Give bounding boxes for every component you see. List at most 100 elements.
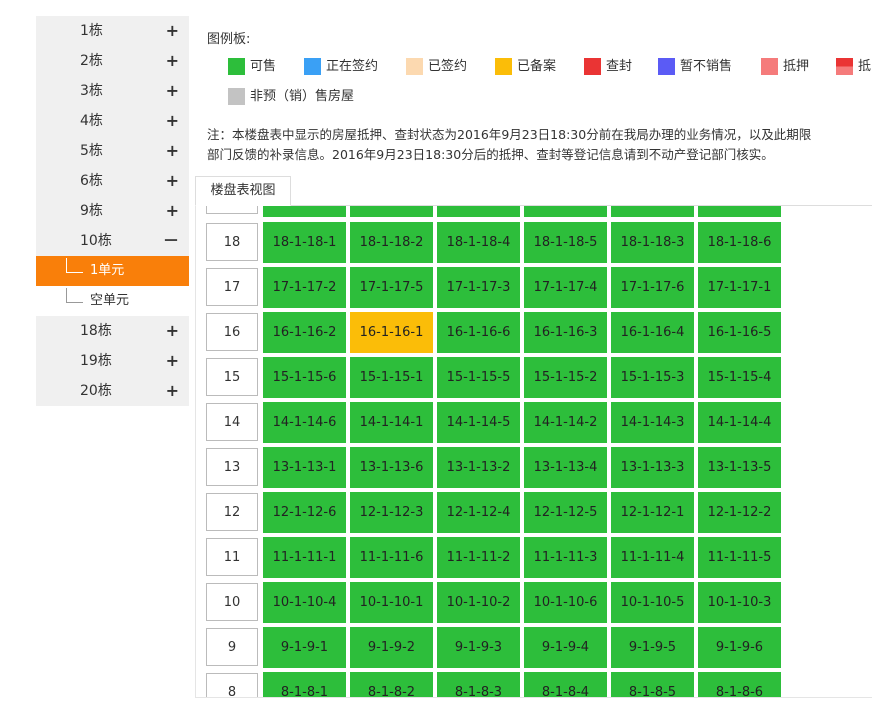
unit-cell[interactable]: 17-1-17-5: [350, 267, 433, 308]
unit-cell-partial[interactable]: [437, 206, 520, 217]
unit-cell[interactable]: 12-1-12-1: [611, 492, 694, 533]
unit-cell[interactable]: 18-1-18-3: [611, 222, 694, 263]
unit-cell[interactable]: 8-1-8-4: [524, 672, 607, 697]
unit-cell[interactable]: 11-1-11-1: [263, 537, 346, 578]
tree-item-building-20[interactable]: 20栋 +: [36, 376, 189, 406]
unit-cell[interactable]: 13-1-13-5: [698, 447, 781, 488]
unit-cell[interactable]: 12-1-12-4: [437, 492, 520, 533]
unit-cell[interactable]: 14-1-14-5: [437, 402, 520, 443]
unit-cell[interactable]: 8-1-8-6: [698, 672, 781, 697]
unit-cell[interactable]: 15-1-15-1: [350, 357, 433, 398]
expand-icon[interactable]: +: [166, 376, 179, 406]
unit-cell-partial[interactable]: [263, 206, 346, 217]
unit-cell[interactable]: 8-1-8-2: [350, 672, 433, 697]
tree-item-building-9[interactable]: 9栋 +: [36, 196, 189, 226]
tree-item-unit-1[interactable]: 1单元: [36, 256, 189, 286]
unit-cell[interactable]: 14-1-14-4: [698, 402, 781, 443]
unit-cell[interactable]: 16-1-16-3: [524, 312, 607, 353]
unit-cell[interactable]: 17-1-17-3: [437, 267, 520, 308]
unit-cell[interactable]: 12-1-12-6: [263, 492, 346, 533]
unit-cell[interactable]: 12-1-12-5: [524, 492, 607, 533]
expand-icon[interactable]: +: [166, 16, 179, 46]
unit-cell-partial[interactable]: [611, 206, 694, 217]
unit-cell[interactable]: 16-1-16-2: [263, 312, 346, 353]
unit-cell-partial[interactable]: [698, 206, 781, 217]
unit-cell[interactable]: 14-1-14-3: [611, 402, 694, 443]
tree-item-building-1[interactable]: 1栋 +: [36, 16, 189, 46]
unit-cell[interactable]: 9-1-9-1: [263, 627, 346, 668]
unit-cell[interactable]: 11-1-11-5: [698, 537, 781, 578]
unit-cell[interactable]: 17-1-17-1: [698, 267, 781, 308]
unit-cell[interactable]: 18-1-18-6: [698, 222, 781, 263]
unit-cell[interactable]: 8-1-8-5: [611, 672, 694, 697]
expand-icon[interactable]: +: [166, 106, 179, 136]
unit-cell[interactable]: 13-1-13-6: [350, 447, 433, 488]
unit-cell[interactable]: 10-1-10-3: [698, 582, 781, 623]
unit-cell[interactable]: 15-1-15-4: [698, 357, 781, 398]
unit-cell-partial[interactable]: [350, 206, 433, 217]
unit-cell[interactable]: 9-1-9-6: [698, 627, 781, 668]
unit-cell[interactable]: 8-1-8-1: [263, 672, 346, 697]
unit-cell[interactable]: 16-1-16-1: [350, 312, 433, 353]
unit-cell[interactable]: 12-1-12-2: [698, 492, 781, 533]
expand-icon[interactable]: +: [166, 166, 179, 196]
unit-cell[interactable]: 9-1-9-2: [350, 627, 433, 668]
tree-item-building-3[interactable]: 3栋 +: [36, 76, 189, 106]
unit-cell[interactable]: 18-1-18-5: [524, 222, 607, 263]
unit-cell[interactable]: 17-1-17-6: [611, 267, 694, 308]
tree-item-building-19[interactable]: 19栋 +: [36, 346, 189, 376]
unit-cell[interactable]: 14-1-14-6: [263, 402, 346, 443]
tree-item-label: 1单元: [90, 263, 125, 278]
unit-cell[interactable]: 11-1-11-4: [611, 537, 694, 578]
unit-cell[interactable]: 10-1-10-6: [524, 582, 607, 623]
unit-cell[interactable]: 18-1-18-1: [263, 222, 346, 263]
expand-icon[interactable]: +: [166, 196, 179, 226]
tree-item-building-2[interactable]: 2栋 +: [36, 46, 189, 76]
unit-cell[interactable]: 10-1-10-2: [437, 582, 520, 623]
collapse-icon[interactable]: －: [163, 226, 179, 256]
tree-item-building-5[interactable]: 5栋 +: [36, 136, 189, 166]
unit-cell[interactable]: 14-1-14-2: [524, 402, 607, 443]
expand-icon[interactable]: +: [166, 46, 179, 76]
unit-cell[interactable]: 9-1-9-5: [611, 627, 694, 668]
unit-cell[interactable]: 8-1-8-3: [437, 672, 520, 697]
unit-cell[interactable]: 13-1-13-1: [263, 447, 346, 488]
unit-cell[interactable]: 12-1-12-3: [350, 492, 433, 533]
unit-cell[interactable]: 9-1-9-3: [437, 627, 520, 668]
unit-cell[interactable]: 10-1-10-4: [263, 582, 346, 623]
tree-item-building-18[interactable]: 18栋 +: [36, 316, 189, 346]
tree-item-building-10[interactable]: 10栋 －: [36, 226, 189, 256]
tree-item-empty-unit[interactable]: 空单元: [36, 286, 189, 316]
unit-cell[interactable]: 11-1-11-2: [437, 537, 520, 578]
unit-cell-partial[interactable]: [524, 206, 607, 217]
unit-cell[interactable]: 11-1-11-3: [524, 537, 607, 578]
unit-cell[interactable]: 16-1-16-6: [437, 312, 520, 353]
unit-cell[interactable]: 16-1-16-4: [611, 312, 694, 353]
expand-icon[interactable]: +: [166, 316, 179, 346]
unit-cell[interactable]: 13-1-13-3: [611, 447, 694, 488]
tree-item-building-4[interactable]: 4栋 +: [36, 106, 189, 136]
unit-cell[interactable]: 17-1-17-2: [263, 267, 346, 308]
unit-cell[interactable]: 15-1-15-2: [524, 357, 607, 398]
tab-building-view[interactable]: 楼盘表视图: [195, 176, 291, 206]
unit-cell[interactable]: 15-1-15-6: [263, 357, 346, 398]
unit-cell[interactable]: 14-1-14-1: [350, 402, 433, 443]
unit-cell[interactable]: 17-1-17-4: [524, 267, 607, 308]
expand-icon[interactable]: +: [166, 346, 179, 376]
unit-cell[interactable]: 13-1-13-2: [437, 447, 520, 488]
unit-cell[interactable]: 10-1-10-5: [611, 582, 694, 623]
unit-cell[interactable]: 18-1-18-2: [350, 222, 433, 263]
unit-cell[interactable]: 11-1-11-6: [350, 537, 433, 578]
unit-cell[interactable]: 10-1-10-1: [350, 582, 433, 623]
unit-cell[interactable]: 13-1-13-4: [524, 447, 607, 488]
expand-icon[interactable]: +: [166, 76, 179, 106]
expand-icon[interactable]: +: [166, 136, 179, 166]
legend-swatch: [406, 58, 423, 75]
tree-item-label: 6栋: [80, 173, 103, 189]
unit-cell[interactable]: 15-1-15-3: [611, 357, 694, 398]
tree-item-building-6[interactable]: 6栋 +: [36, 166, 189, 196]
unit-cell[interactable]: 18-1-18-4: [437, 222, 520, 263]
unit-cell[interactable]: 9-1-9-4: [524, 627, 607, 668]
unit-cell[interactable]: 15-1-15-5: [437, 357, 520, 398]
unit-cell[interactable]: 16-1-16-5: [698, 312, 781, 353]
